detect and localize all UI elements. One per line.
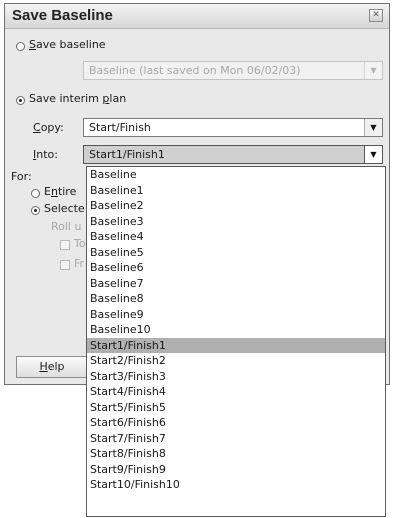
dropdown-option[interactable]: Start8/Finish8	[87, 446, 385, 462]
to-all-summary-label: To	[74, 237, 86, 250]
dropdown-option[interactable]: Baseline6	[87, 260, 385, 276]
dropdown-option[interactable]: Start7/Finish7	[87, 431, 385, 447]
dropdown-option[interactable]: Baseline8	[87, 291, 385, 307]
for-label: For:	[11, 170, 32, 183]
copy-label: Copy:	[33, 121, 64, 134]
dropdown-option[interactable]: Baseline9	[87, 307, 385, 323]
save-interim-plan-label[interactable]: Save interim plan	[29, 92, 126, 105]
dropdown-option[interactable]: Baseline1	[87, 183, 385, 199]
selected-tasks-label[interactable]: Selecte	[44, 202, 85, 215]
save-interim-plan-radio[interactable]	[16, 96, 25, 105]
save-baseline-radio[interactable]	[16, 42, 25, 51]
dropdown-option[interactable]: Baseline3	[87, 214, 385, 230]
selected-tasks-radio[interactable]	[31, 206, 40, 215]
dropdown-option[interactable]: Baseline7	[87, 276, 385, 292]
dropdown-option[interactable]: Baseline4	[87, 229, 385, 245]
dropdown-option[interactable]: Start1/Finish1	[87, 337, 385, 353]
to-all-summary-checkbox[interactable]	[60, 240, 70, 250]
into-select-value: Start1/Finish1	[89, 148, 165, 161]
dropdown-option[interactable]: Baseline	[87, 167, 385, 183]
entire-project-radio[interactable]	[31, 189, 40, 198]
baseline-select: Baseline (last saved on Mon 06/02/03) ▼	[83, 61, 383, 80]
from-subtasks-checkbox[interactable]	[60, 260, 70, 270]
save-baseline-label[interactable]: Save baseline	[29, 38, 106, 51]
into-select[interactable]: Start1/Finish1 ▼	[83, 145, 383, 164]
help-button[interactable]: Help	[16, 356, 88, 378]
dropdown-option[interactable]: Start5/Finish5	[87, 400, 385, 416]
rollup-label: Roll u	[51, 220, 82, 233]
from-subtasks-label: Fr	[74, 257, 85, 270]
title-bar: Save Baseline ✕	[5, 4, 389, 29]
dropdown-option[interactable]: Start10/Finish10	[87, 477, 385, 493]
dropdown-option[interactable]: Start2/Finish2	[87, 353, 385, 369]
baseline-select-value: Baseline (last saved on Mon 06/02/03)	[89, 64, 301, 77]
dropdown-option[interactable]: Baseline10	[87, 322, 385, 338]
dropdown-option[interactable]: Start3/Finish3	[87, 369, 385, 385]
dropdown-option[interactable]: Start4/Finish4	[87, 384, 385, 400]
entire-project-label[interactable]: Entire	[44, 185, 76, 198]
chevron-down-icon[interactable]: ▼	[364, 146, 382, 163]
copy-select[interactable]: Start/Finish ▼	[83, 118, 383, 137]
copy-select-value: Start/Finish	[89, 121, 151, 134]
dropdown-option[interactable]: Start9/Finish9	[87, 462, 385, 478]
dropdown-option[interactable]: Start6/Finish6	[87, 415, 385, 431]
chevron-down-icon: ▼	[364, 62, 382, 79]
chevron-down-icon[interactable]: ▼	[364, 119, 382, 136]
dropdown-option[interactable]: Baseline2	[87, 198, 385, 214]
dialog-title: Save Baseline	[12, 7, 113, 24]
into-label: Into:	[33, 148, 58, 161]
into-dropdown-list: Baseline Baseline1 Baseline2 Baseline3 Basel…	[86, 166, 386, 517]
dropdown-option[interactable]: Baseline5	[87, 245, 385, 261]
close-icon[interactable]: ✕	[369, 9, 383, 22]
